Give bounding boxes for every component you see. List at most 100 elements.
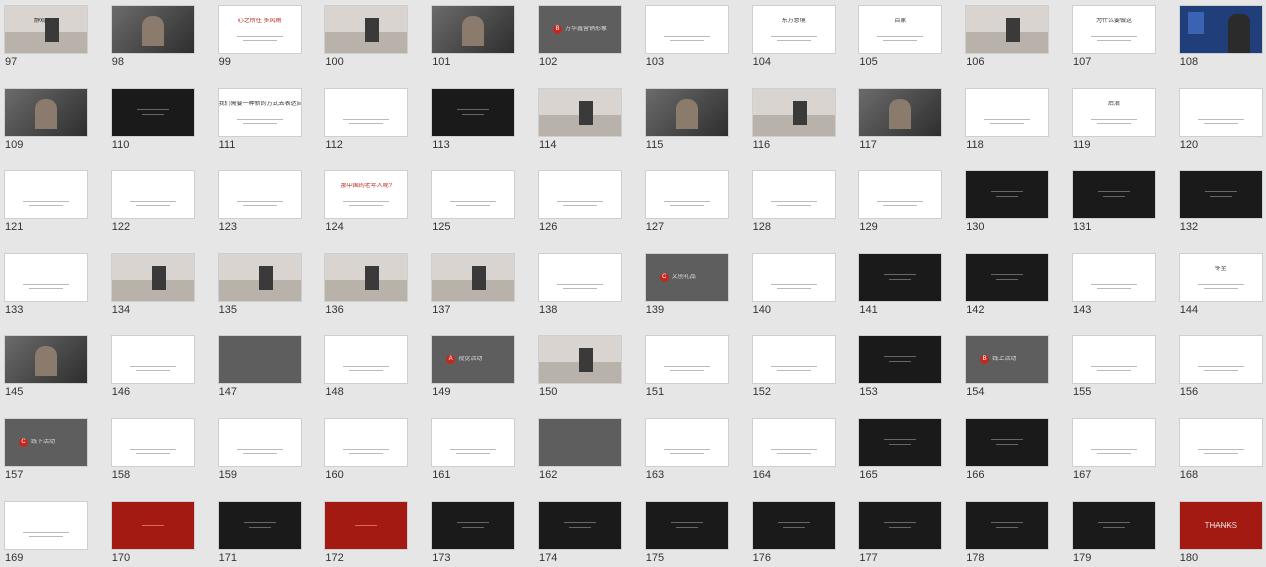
slide-thumbnail[interactable]	[432, 501, 515, 549]
slide-thumbnail[interactable]	[539, 88, 621, 136]
slide-thumbnail[interactable]	[539, 171, 621, 219]
slide-thumbnail-cell[interactable]: 142	[966, 253, 1049, 318]
slide-thumbnail-cell[interactable]: 152	[752, 336, 835, 400]
slide-thumbnail-cell[interactable]: 122	[111, 171, 194, 235]
slide-thumbnail[interactable]	[218, 501, 301, 549]
slide-thumbnail-cell[interactable]: 175	[645, 501, 728, 566]
slide-thumbnail-cell[interactable]: 后浪 119	[1073, 88, 1155, 153]
slide-thumbnail-cell[interactable]: 123	[218, 171, 301, 235]
slide-thumbnail[interactable]	[432, 419, 515, 466]
slide-thumbnail[interactable]: 那中国的老年人呢?	[325, 171, 408, 219]
slide-thumbnail-cell[interactable]: B 方华鑫营销形象 102	[539, 6, 621, 70]
slide-thumbnail[interactable]	[645, 336, 728, 384]
slide-thumbnail[interactable]	[752, 88, 835, 136]
slide-thumbnail-cell[interactable]: 156	[1179, 336, 1262, 400]
slide-thumbnail-cell[interactable]: 115	[645, 88, 728, 153]
slide-thumbnail-cell[interactable]: 114	[539, 88, 621, 153]
slide-thumbnail[interactable]	[325, 88, 408, 136]
slide-thumbnail-cell[interactable]: B 线上活动 154	[966, 336, 1049, 400]
slide-thumbnail-cell[interactable]: 131	[1073, 171, 1155, 235]
slide-thumbnail[interactable]	[859, 419, 942, 466]
slide-thumbnail-cell[interactable]: 166	[966, 419, 1049, 483]
slide-thumbnail[interactable]	[539, 419, 621, 466]
slide-thumbnail-cell[interactable]: C 线下活动 157	[5, 419, 87, 483]
slide-thumbnail-cell[interactable]: 148	[325, 336, 408, 400]
slide-thumbnail-cell[interactable]: C 文创礼品 139	[645, 253, 728, 318]
slide-thumbnail[interactable]	[1179, 88, 1262, 136]
slide-thumbnail-cell[interactable]: A 视觉活动 149	[432, 336, 515, 400]
slide-thumbnail-cell[interactable]: 165	[859, 419, 942, 483]
slide-thumbnail-cell[interactable]: 160	[325, 419, 408, 483]
slide-thumbnail-cell[interactable]: 125	[432, 171, 515, 235]
slide-thumbnail[interactable]: THANKS	[1179, 501, 1262, 549]
slide-thumbnail[interactable]	[645, 6, 728, 53]
slide-thumbnail-cell[interactable]: 153	[859, 336, 942, 400]
slide-thumbnail-cell[interactable]: 130	[966, 171, 1049, 235]
slide-thumbnail-cell[interactable]: 118	[966, 88, 1049, 153]
slide-thumbnail[interactable]	[645, 171, 728, 219]
slide-thumbnail-cell[interactable]: 那中国的老年人呢? 124	[325, 171, 408, 235]
slide-thumbnail[interactable]	[5, 336, 87, 384]
slide-thumbnail[interactable]	[966, 88, 1049, 136]
slide-thumbnail-cell[interactable]: 168	[1179, 419, 1262, 483]
slide-thumbnail[interactable]	[966, 171, 1049, 219]
slide-thumbnail[interactable]: A 视觉活动	[432, 336, 515, 384]
slide-thumbnail-cell[interactable]: 129	[859, 171, 942, 235]
slide-thumbnail[interactable]	[1073, 419, 1155, 466]
slide-thumbnail-cell[interactable]: 140	[752, 253, 835, 318]
slide-thumbnail-cell[interactable]: 116	[752, 88, 835, 153]
slide-thumbnail-cell[interactable]: THANKS 180	[1179, 501, 1262, 566]
slide-thumbnail[interactable]	[539, 253, 621, 301]
slide-thumbnail[interactable]	[432, 6, 515, 53]
slide-thumbnail[interactable]	[5, 501, 87, 549]
slide-thumbnail[interactable]: 东方意境	[752, 6, 835, 53]
slide-thumbnail[interactable]	[325, 419, 408, 466]
slide-thumbnail[interactable]	[752, 419, 835, 466]
slide-thumbnail[interactable]: 百家	[859, 6, 942, 53]
slide-thumbnail-cell[interactable]: 177	[859, 501, 942, 566]
slide-thumbnail[interactable]: B 线上活动	[966, 336, 1049, 384]
slide-thumbnail[interactable]: C 文创礼品	[645, 253, 728, 301]
slide-thumbnail[interactable]	[218, 171, 301, 219]
slide-thumbnail[interactable]	[1179, 171, 1262, 219]
slide-thumbnail-cell[interactable]: 120	[1179, 88, 1262, 153]
slide-thumbnail-cell[interactable]: 121	[5, 171, 87, 235]
slide-thumbnail[interactable]: 我们需要一种新的方式去表达自我	[218, 88, 301, 136]
slide-thumbnail[interactable]	[111, 419, 194, 466]
slide-thumbnail[interactable]	[752, 336, 835, 384]
slide-thumbnail-cell[interactable]: 164	[752, 419, 835, 483]
slide-thumbnail[interactable]	[1073, 336, 1155, 384]
slide-thumbnail[interactable]	[432, 171, 515, 219]
slide-thumbnail-cell[interactable]: 138	[539, 253, 621, 318]
slide-thumbnail-cell[interactable]: 126	[539, 171, 621, 235]
slide-thumbnail-cell[interactable]: 172	[325, 501, 408, 566]
slide-thumbnail[interactable]	[859, 171, 942, 219]
slide-thumbnail[interactable]	[859, 253, 942, 301]
slide-thumbnail-cell[interactable]: 113	[432, 88, 515, 153]
slide-thumbnail-cell[interactable]: 178	[966, 501, 1049, 566]
slide-thumbnail[interactable]	[111, 88, 194, 136]
slide-thumbnail-cell[interactable]: 170	[111, 501, 194, 566]
slide-thumbnail[interactable]	[859, 88, 942, 136]
slide-thumbnail-cell[interactable]: 179	[1073, 501, 1155, 566]
slide-thumbnail[interactable]	[5, 88, 87, 136]
slide-thumbnail-cell[interactable]: 静观天下 97	[5, 6, 87, 70]
slide-thumbnail-cell[interactable]: 冬至 144	[1179, 253, 1262, 318]
slide-thumbnail-cell[interactable]: 169	[5, 501, 87, 566]
slide-thumbnail[interactable]	[1073, 253, 1155, 301]
slide-thumbnail[interactable]: 后浪	[1073, 88, 1155, 136]
slide-thumbnail[interactable]	[752, 253, 835, 301]
slide-thumbnail[interactable]	[859, 336, 942, 384]
slide-thumbnail-cell[interactable]: 101	[432, 6, 515, 70]
slide-thumbnail-cell[interactable]: 167	[1073, 419, 1155, 483]
slide-thumbnail[interactable]	[1179, 419, 1262, 466]
slide-thumbnail[interactable]	[1179, 6, 1262, 53]
slide-thumbnail[interactable]	[218, 419, 301, 466]
slide-thumbnail[interactable]	[218, 253, 301, 301]
slide-thumbnail-cell[interactable]: 141	[859, 253, 942, 318]
slide-thumbnail[interactable]	[645, 88, 728, 136]
slide-thumbnail-cell[interactable]: 135	[218, 253, 301, 318]
slide-thumbnail[interactable]	[966, 501, 1049, 549]
slide-thumbnail[interactable]	[539, 336, 621, 384]
slide-thumbnail-cell[interactable]: 132	[1179, 171, 1262, 235]
